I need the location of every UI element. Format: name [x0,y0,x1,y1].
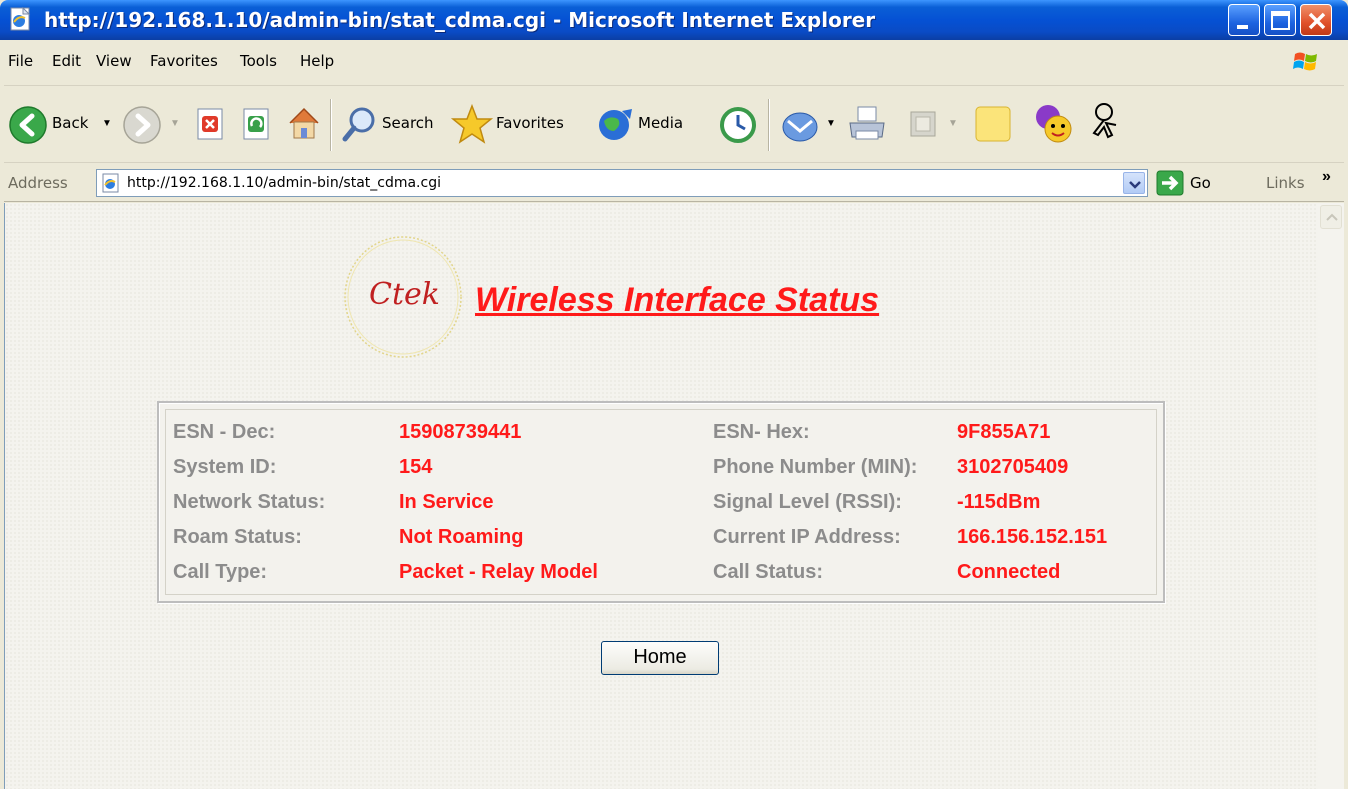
page-content: Ctek Wireless Interface Status ESN - Dec… [4,203,1344,789]
status-panel: ESN - Dec: 15908739441 ESN- Hex: 9F855A7… [157,401,1165,603]
toolbar-separator [330,99,332,151]
standard-toolbar: Back ▼ ▼ Search Favorites Media ▼ ▼ [4,87,1344,163]
menu-help[interactable]: Help [300,52,334,70]
maximize-icon [1271,11,1290,30]
menu-bar: File Edit View Favorites Tools Help [4,40,1344,86]
ip-address-value: 166.156.152.151 [957,526,1108,548]
favorites-star-icon[interactable] [450,103,494,145]
esn-hex-label: ESN- Hex: [713,421,810,443]
search-button-label[interactable]: Search [382,114,434,132]
forward-dropdown-icon[interactable]: ▼ [170,118,180,129]
address-bar: Address http://192.168.1.10/admin-bin/st… [4,164,1344,202]
ie-page-icon [102,173,119,193]
search-icon[interactable] [340,105,378,145]
menu-file[interactable]: File [8,52,33,70]
esn-dec-label: ESN - Dec: [173,421,276,443]
mail-icon[interactable] [780,105,822,145]
ie-page-icon [10,6,31,31]
address-url[interactable]: http://192.168.1.10/admin-bin/stat_cdma.… [127,175,441,191]
menu-tools[interactable]: Tools [240,52,277,70]
close-button[interactable] [1300,4,1332,36]
call-type-label: Call Type: [173,561,268,583]
vertical-scrollbar[interactable] [1318,203,1344,789]
page-title: Wireless Interface Status [475,281,880,319]
refresh-icon[interactable] [240,107,274,143]
media-icon[interactable] [596,105,636,143]
esn-hex-value: 9F855A71 [957,421,1051,443]
window-title: http://192.168.1.10/admin-bin/stat_cdma.… [44,8,876,32]
media-button-label[interactable]: Media [638,114,683,132]
signal-level-label: Signal Level (RSSI): [713,491,902,513]
minimize-icon [1237,25,1248,29]
print-icon[interactable] [846,103,888,145]
status-row: Call Type: Packet - Relay Model Call Sta… [159,561,1163,591]
minimize-button[interactable] [1228,4,1260,36]
back-arrow-icon[interactable] [8,105,48,145]
stop-icon[interactable] [194,107,228,143]
edit-dropdown-icon[interactable]: ▼ [948,118,958,129]
user-icon[interactable] [1084,101,1124,145]
address-input[interactable]: http://192.168.1.10/admin-bin/stat_cdma.… [96,169,1148,197]
home-icon[interactable] [284,103,324,143]
status-row: System ID: 154 Phone Number (MIN): 31027… [159,456,1163,486]
maximize-button[interactable] [1264,4,1296,36]
signal-level-value: -115dBm [957,491,1041,513]
forward-arrow-icon[interactable] [122,105,162,145]
back-button-label[interactable]: Back [52,114,88,132]
close-icon [1308,12,1326,30]
system-id-label: System ID: [173,456,277,478]
scroll-up-button[interactable] [1320,205,1342,229]
menu-view[interactable]: View [96,52,132,70]
menu-favorites[interactable]: Favorites [150,52,218,70]
windows-flag-icon [1293,52,1317,71]
ip-address-label: Current IP Address: [713,526,901,548]
phone-number-label: Phone Number (MIN): [713,456,918,478]
system-id-value: 154 [399,456,433,478]
roam-status-value: Not Roaming [399,526,524,548]
back-dropdown-icon[interactable]: ▼ [102,118,112,129]
links-chevron-icon[interactable]: » [1322,168,1331,186]
ctek-logo: Ctek [343,233,467,361]
links-label[interactable]: Links [1266,174,1305,192]
call-status-value: Connected [957,561,1061,583]
status-row: Roam Status: Not Roaming Current IP Addr… [159,526,1163,556]
home-button[interactable]: Home [601,641,719,675]
messenger-icon[interactable] [1032,99,1076,145]
go-button-label[interactable]: Go [1190,174,1211,192]
mail-dropdown-icon[interactable]: ▼ [826,118,836,129]
chevron-up-icon [1326,213,1338,221]
go-arrow-icon[interactable] [1156,170,1184,196]
address-dropdown-button[interactable] [1123,172,1145,194]
toolbar-separator [768,99,770,151]
notes-icon[interactable] [972,103,1014,145]
title-bar[interactable]: http://192.168.1.10/admin-bin/stat_cdma.… [0,0,1348,40]
phone-number-value: 3102705409 [957,456,1069,478]
network-status-label: Network Status: [173,491,326,513]
menu-edit[interactable]: Edit [52,52,81,70]
chevron-down-icon [1129,181,1141,189]
status-row: Network Status: In Service Signal Level … [159,491,1163,521]
status-row: ESN - Dec: 15908739441 ESN- Hex: 9F855A7… [159,421,1163,451]
history-icon[interactable] [718,105,758,145]
address-label: Address [8,174,68,192]
roam-status-label: Roam Status: [173,526,302,548]
call-type-value: Packet - Relay Model [399,561,598,583]
edit-page-icon[interactable] [908,109,938,139]
call-status-label: Call Status: [713,561,824,583]
favorites-button-label[interactable]: Favorites [496,114,564,132]
network-status-value: In Service [399,491,494,513]
esn-dec-value: 15908739441 [399,421,522,443]
logo-text: Ctek [369,277,440,312]
